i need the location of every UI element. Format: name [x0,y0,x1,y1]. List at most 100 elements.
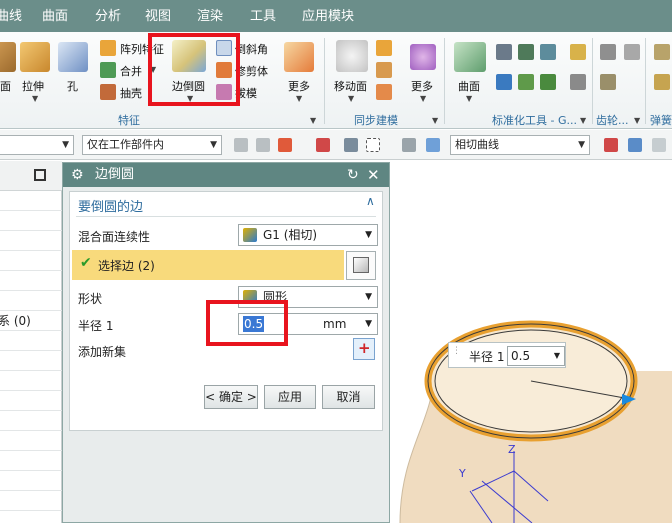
shell-icon[interactable] [100,84,116,100]
spring-tool-1-icon[interactable] [654,44,670,60]
menu-curve[interactable]: 曲线 [0,0,22,32]
surface-dropdown-icon[interactable]: ▼ [466,94,472,103]
more-features-dropdown-icon[interactable]: ▼ [296,94,302,103]
select-tool-2-icon[interactable] [256,138,270,152]
list-item[interactable] [0,431,62,451]
continuity-dropdown-icon[interactable]: ▼ [365,225,372,245]
surface-icon[interactable] [454,42,486,72]
std-tool-6-icon[interactable] [518,74,534,90]
list-item[interactable] [0,211,62,231]
hole-icon[interactable] [58,42,88,72]
std-tool-4-icon[interactable] [570,44,586,60]
list-item[interactable] [0,411,62,431]
std-tool-2-icon[interactable] [518,44,534,60]
list-item[interactable] [0,251,62,271]
type-filter-combo[interactable]: ▼ [0,135,74,155]
scope-filter-combo[interactable]: 仅在工作部件内 ▼ [82,135,222,155]
std-tool-3-icon[interactable] [540,44,556,60]
collapse-icon[interactable]: ∧ [366,194,375,208]
cancel-button[interactable]: 取消 [322,385,375,409]
curve-rule-combo[interactable]: 相切曲线 ▼ [450,135,590,155]
sync-tool-1-icon[interactable] [376,40,392,56]
gear-tool-2-icon[interactable] [624,44,640,60]
continuity-select[interactable]: G1 (相切) ▼ [238,224,378,246]
std-tool-1-icon[interactable] [496,44,512,60]
ok-button[interactable]: < 确定 > [204,385,258,409]
extrude-dropdown-icon[interactable]: ▼ [32,94,38,103]
std-tool-5-icon[interactable] [496,74,512,90]
dialog-title-bar[interactable]: ⚙ 边倒圆 ↻ ✕ [63,163,389,187]
menu-tools[interactable]: 工具 [250,0,276,32]
snap-tool-icon[interactable] [316,138,330,152]
move-face-label[interactable]: 移动面 [334,78,367,94]
more-sync-label[interactable]: 更多 [411,78,433,94]
select-tool-3-icon[interactable] [344,138,358,152]
group-gear-expand-icon[interactable]: ▼ [634,116,640,125]
list-item[interactable] [0,391,62,411]
unite-icon[interactable] [100,62,116,78]
list-item[interactable] [0,351,62,371]
sync-tool-3-icon[interactable] [376,84,392,100]
menu-render[interactable]: 渲染 [197,0,223,32]
group-sync-expand-icon[interactable]: ▼ [432,116,438,125]
move-face-icon[interactable] [336,40,368,72]
gear-tool-3-icon[interactable] [600,74,616,90]
menu-analysis[interactable]: 分析 [95,0,121,32]
group-std-expand-icon[interactable]: ▼ [580,116,586,125]
select-tool-1-icon[interactable] [234,138,248,152]
radius-unit-dropdown-icon[interactable]: ▼ [365,314,372,334]
more-features-icon[interactable] [284,42,314,72]
maximize-icon[interactable] [34,169,46,181]
extrude-icon[interactable] [20,42,50,72]
menu-surface[interactable]: 曲面 [42,0,68,32]
list-item[interactable] [0,191,62,211]
onscreen-radius-dropdown-icon[interactable]: ▼ [554,347,560,365]
group-feature-expand-icon[interactable]: ▼ [310,116,316,125]
shape-dropdown-icon[interactable]: ▼ [365,287,372,307]
curve-rule-dropdown-icon[interactable]: ▼ [578,136,585,154]
select-tool-4-icon[interactable] [402,138,416,152]
menu-view[interactable]: 视图 [145,0,171,32]
snap-point-icon[interactable] [278,138,292,152]
hole-label[interactable]: 孔 [67,78,78,94]
pattern-feature-icon[interactable] [100,40,116,56]
type-filter-dropdown-icon[interactable]: ▼ [62,136,69,154]
list-item[interactable] [0,491,62,511]
list-item[interactable] [0,231,62,251]
spring-tool-2-icon[interactable] [654,74,670,90]
list-item[interactable] [0,371,62,391]
section-title[interactable]: 要倒圆的边 [78,196,143,215]
unite-label[interactable]: 合并 [120,63,142,79]
list-item[interactable] [0,291,62,311]
onscreen-radius-input[interactable]: 0.5 ▼ [507,346,565,366]
select-tool-6-icon[interactable] [604,138,618,152]
sync-tool-2-icon[interactable] [376,62,392,78]
menu-applications[interactable]: 应用模块 [302,0,354,32]
select-edge-row[interactable]: ✔ 选择边 (2) [72,250,344,280]
list-item[interactable] [0,271,62,291]
close-icon[interactable]: ✕ [367,163,380,187]
add-new-set-button[interactable]: + [353,338,375,360]
select-tool-7-icon[interactable] [652,138,666,152]
more-sync-icon[interactable] [410,44,436,70]
gear-tool-1-icon[interactable] [600,44,616,60]
shell-label[interactable]: 抽壳 [120,85,142,101]
list-item[interactable] [0,331,62,351]
arrow-right-icon[interactable] [628,138,642,152]
apply-button[interactable]: 应用 [264,385,316,409]
more-features-label[interactable]: 更多 [288,78,310,94]
extrude-label[interactable]: 拉伸 [22,78,44,94]
surface-label[interactable]: 曲面 [458,78,480,94]
move-face-dropdown-icon[interactable]: ▼ [348,94,354,103]
std-tool-7-icon[interactable] [540,74,556,90]
reset-icon[interactable]: ↻ [347,163,359,187]
select-tool-5-icon[interactable] [426,138,440,152]
scope-filter-dropdown-icon[interactable]: ▼ [210,136,217,154]
more-sync-dropdown-icon[interactable]: ▼ [420,94,426,103]
std-tool-8-icon[interactable] [570,74,586,90]
list-item[interactable] [0,451,62,471]
select-edge-button[interactable] [346,251,376,280]
face-tool-icon[interactable] [0,42,16,72]
box-select-icon[interactable] [366,138,380,152]
drag-handle-icon[interactable]: ⋮ [452,346,461,356]
